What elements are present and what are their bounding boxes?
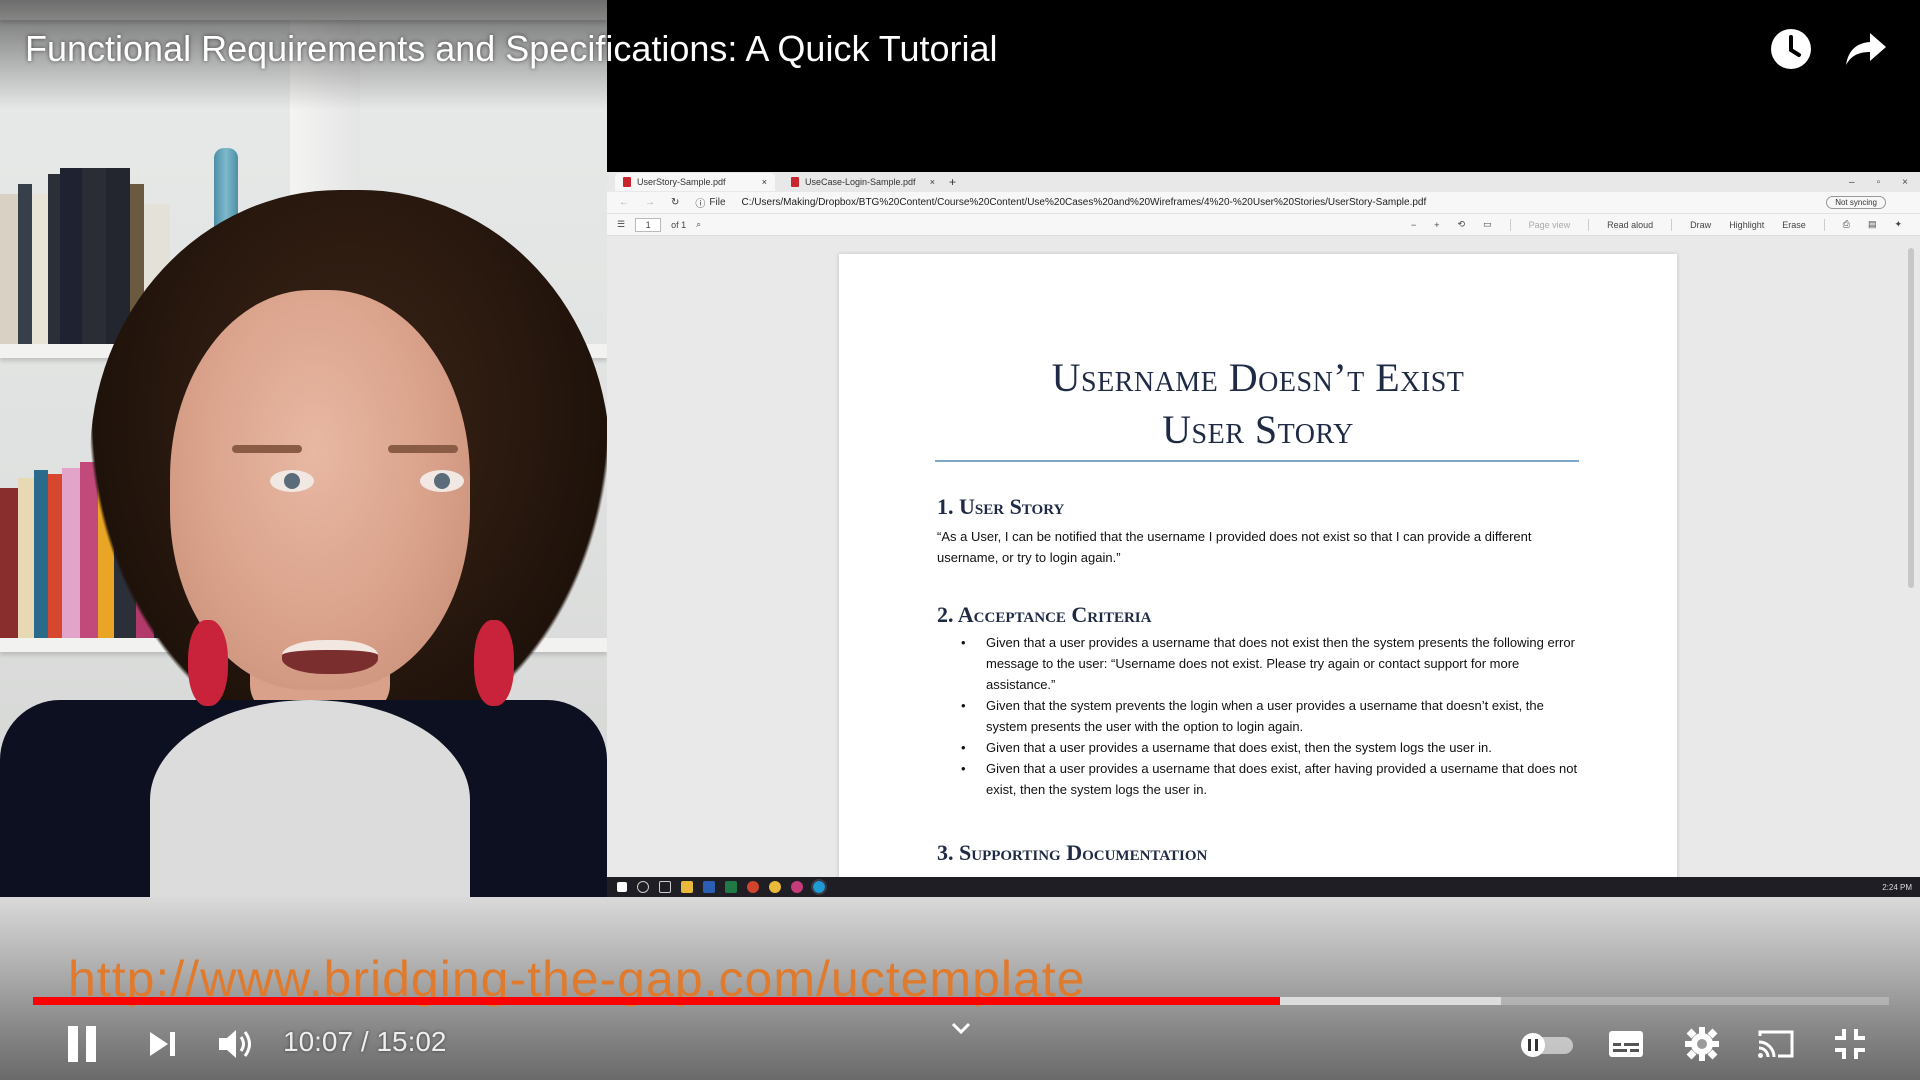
- presenter-shirt: [150, 700, 470, 897]
- zoom-in-icon[interactable]: +: [1434, 220, 1439, 230]
- word-icon[interactable]: [703, 881, 715, 893]
- title-rule: [935, 460, 1579, 462]
- back-arrow-icon[interactable]: ←: [619, 197, 629, 208]
- file-explorer-icon[interactable]: [681, 881, 693, 893]
- tab-label: UseCase-Login-Sample.pdf: [805, 177, 916, 187]
- page-total: of 1: [671, 219, 687, 230]
- criteria-item: Given that a user provides a username th…: [937, 758, 1587, 800]
- minimize-button[interactable]: –: [1849, 177, 1855, 188]
- zoom-out-icon[interactable]: −: [1411, 220, 1416, 230]
- save-icon[interactable]: ▤: [1868, 219, 1877, 230]
- windows-start-icon[interactable]: [617, 882, 627, 892]
- user-story-heading: 1. User Story: [937, 494, 1065, 519]
- taskbar-clock: 2:24 PM: [1882, 882, 1912, 892]
- page-view-button[interactable]: Page view: [1529, 220, 1571, 230]
- url-field[interactable]: C:/Users/Making/Dropbox/BTG%20Content/Co…: [742, 197, 1427, 208]
- watch-later-icon[interactable]: [1767, 25, 1815, 73]
- read-aloud-button[interactable]: Read aloud: [1607, 220, 1653, 230]
- subtitles-icon[interactable]: [1606, 1026, 1646, 1062]
- find-icon[interactable]: ⌕: [696, 219, 701, 230]
- video-player[interactable]: UserStory-Sample.pdf × UseCase-Login-Sam…: [0, 0, 1920, 1080]
- time-separator: /: [353, 1026, 377, 1057]
- autoplay-toggle[interactable]: [1517, 1030, 1577, 1060]
- contents-icon[interactable]: ☰: [617, 219, 625, 230]
- volume-icon[interactable]: [214, 1022, 258, 1066]
- criteria-item: Given that a user provides a username th…: [937, 737, 1587, 758]
- protocol-label: File: [709, 197, 726, 208]
- presenter-video: [0, 0, 607, 897]
- browser-tab-inactive[interactable]: UseCase-Login-Sample.pdf ×: [783, 173, 943, 191]
- user-story-text: “As a User, I can be notified that the u…: [937, 529, 1532, 565]
- time-display: 10:07 / 15:02: [283, 1026, 447, 1058]
- current-time: 10:07: [283, 1026, 354, 1057]
- pin-icon[interactable]: ✦: [1894, 219, 1902, 230]
- forward-arrow-icon[interactable]: →: [645, 197, 655, 208]
- pdf-toolbar: ☰ 1 of 1 ⌕ − + ⟲ ▭ Page view Read aloud …: [607, 214, 1920, 236]
- excel-icon[interactable]: [725, 881, 737, 893]
- chevron-down-icon[interactable]: [945, 1016, 977, 1040]
- new-tab-button[interactable]: +: [949, 175, 956, 189]
- settings-icon[interactable]: [1682, 1024, 1722, 1064]
- presenter-eye-right: [420, 470, 464, 492]
- screen-share: UserStory-Sample.pdf × UseCase-Login-Sam…: [607, 172, 1920, 897]
- info-icon[interactable]: ⓘ File: [695, 195, 725, 210]
- refresh-icon[interactable]: ↻: [671, 197, 679, 208]
- video-title[interactable]: Functional Requirements and Specificatio…: [25, 28, 998, 70]
- restore-button[interactable]: ▫: [1877, 177, 1881, 188]
- progress-bar[interactable]: [33, 997, 1889, 1005]
- earring-right: [474, 620, 514, 706]
- account-badge[interactable]: Not syncing: [1826, 196, 1886, 209]
- page-number-input[interactable]: 1: [635, 217, 662, 232]
- doc-title-line2: User Story: [1162, 407, 1354, 452]
- pdf-file-icon: [623, 177, 631, 187]
- search-icon[interactable]: [637, 881, 649, 893]
- presenter-brow-left: [232, 445, 302, 453]
- played-bar: [33, 997, 1281, 1005]
- tab-label: UserStory-Sample.pdf: [637, 177, 726, 187]
- supporting-heading: 3. Supporting Documentation: [937, 840, 1208, 865]
- presenter-brow-right: [388, 445, 458, 453]
- highlight-button[interactable]: Highlight: [1729, 220, 1764, 230]
- duration: 15:02: [376, 1026, 447, 1057]
- next-icon[interactable]: [140, 1022, 184, 1066]
- chrome-icon[interactable]: [769, 881, 781, 893]
- app-icon[interactable]: [747, 881, 759, 893]
- task-view-icon[interactable]: [659, 881, 671, 893]
- exit-fullscreen-icon[interactable]: [1828, 1024, 1872, 1064]
- draw-button[interactable]: Draw: [1690, 220, 1711, 230]
- browser-tab-active[interactable]: UserStory-Sample.pdf ×: [615, 173, 775, 191]
- app-icon[interactable]: [791, 881, 803, 893]
- pdf-page: Username Doesn’t Exist User Story 1. Use…: [839, 254, 1677, 894]
- cast-icon[interactable]: [1754, 1024, 1798, 1064]
- presenter-mouth: [282, 640, 378, 674]
- presenter-eye-left: [270, 470, 314, 492]
- close-window-button[interactable]: ×: [1902, 177, 1908, 188]
- pdf-scrollbar[interactable]: [1908, 248, 1914, 588]
- share-icon[interactable]: [1842, 25, 1890, 73]
- tab-close-icon[interactable]: ×: [762, 177, 767, 187]
- tab-close-icon[interactable]: ×: [930, 177, 935, 187]
- acceptance-criteria-list: Given that a user provides a username th…: [937, 632, 1587, 800]
- pdf-viewport[interactable]: Username Doesn’t Exist User Story 1. Use…: [607, 236, 1920, 894]
- erase-button[interactable]: Erase: [1782, 220, 1806, 230]
- doc-title-line1: Username Doesn’t Exist: [1051, 355, 1465, 400]
- pdf-file-icon: [791, 177, 799, 187]
- address-bar: ← → ↻ ⓘ File C:/Users/Making/Dropbox/BTG…: [607, 192, 1920, 214]
- rotate-icon[interactable]: ⟲: [1458, 219, 1466, 230]
- criteria-item: Given that the system prevents the login…: [937, 695, 1587, 737]
- acceptance-heading: 2. Acceptance Criteria: [937, 602, 1152, 627]
- browser-tab-bar: UserStory-Sample.pdf × UseCase-Login-Sam…: [607, 172, 1920, 192]
- os-taskbar: 2:24 PM: [607, 877, 1920, 897]
- edge-icon[interactable]: [811, 879, 827, 895]
- window-controls: – ▫ ×: [1849, 177, 1920, 188]
- print-icon[interactable]: ⎙: [1843, 219, 1850, 230]
- fit-page-icon[interactable]: ▭: [1483, 219, 1492, 230]
- earring-left: [188, 620, 228, 706]
- pause-icon[interactable]: [58, 1020, 106, 1068]
- criteria-item: Given that a user provides a username th…: [937, 632, 1587, 695]
